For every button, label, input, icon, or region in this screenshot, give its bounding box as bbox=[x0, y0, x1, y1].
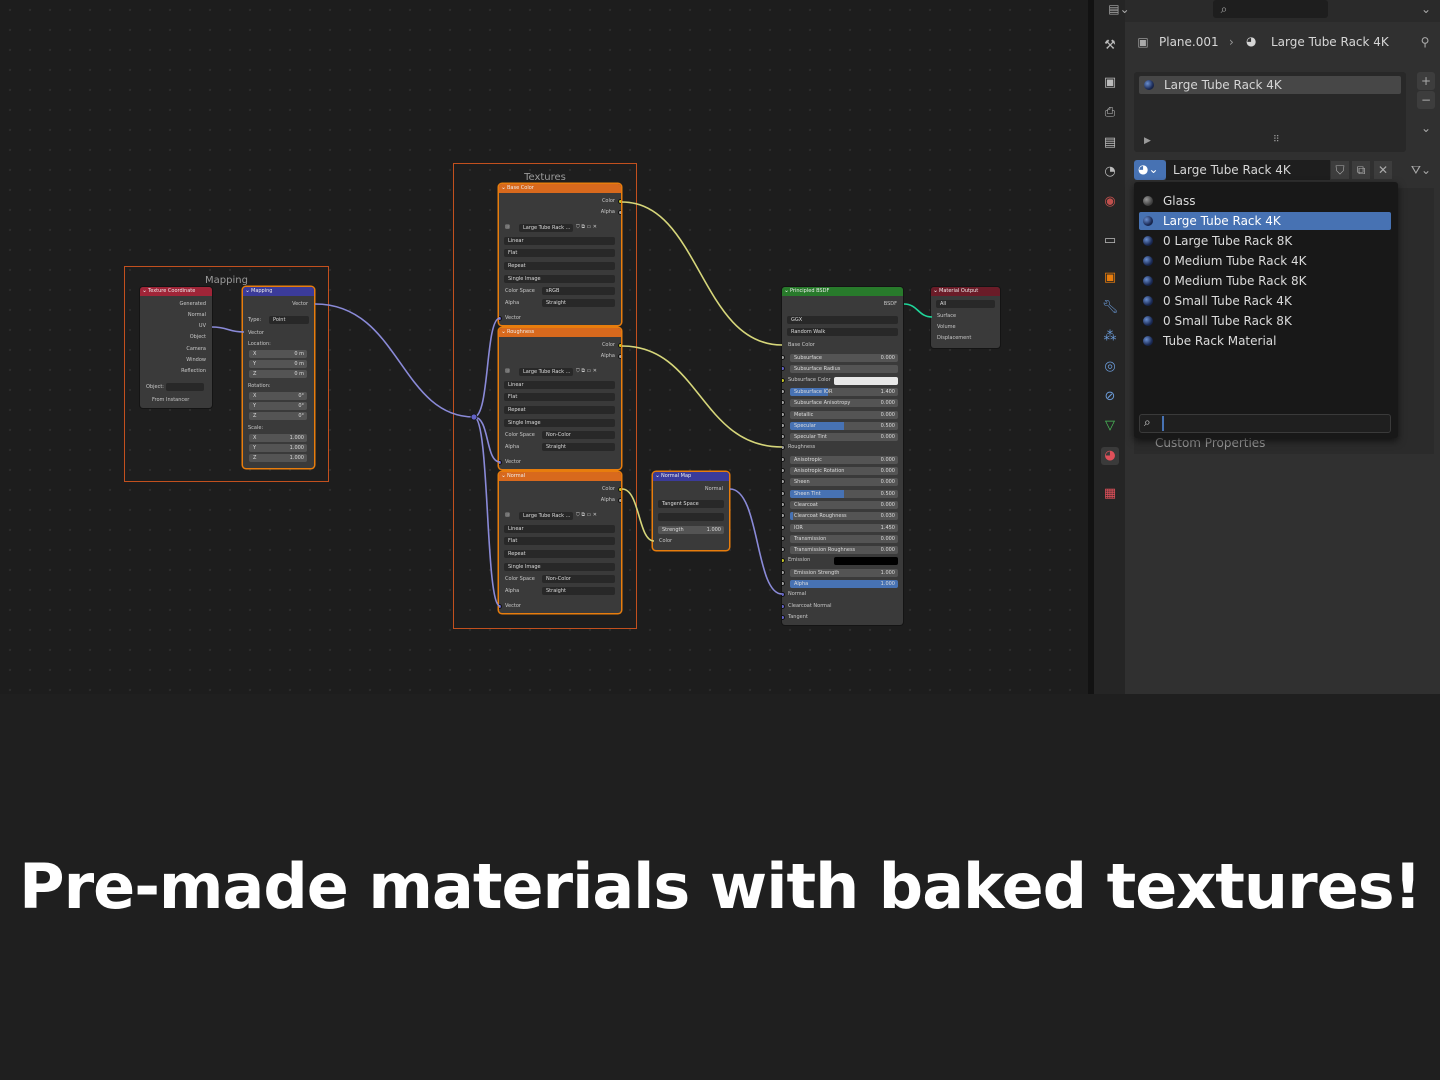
browse-material-icon: ◕⌄ bbox=[1138, 162, 1159, 176]
link-mapping-vector bbox=[314, 303, 475, 418]
material-tab-icon[interactable]: ◕ bbox=[1101, 447, 1119, 465]
material-name: 0 Medium Tube Rack 8K bbox=[1163, 274, 1307, 288]
object-icon: ▣ bbox=[1137, 35, 1149, 49]
properties-tabs: ⚒ ▣ ⎙ ▤ ◔ ◉ ▭ ▣ 🔧︎ ⁂ ◎ ⊘ ▽ ◕ ▦ bbox=[1094, 0, 1125, 694]
material-list-item[interactable]: 0 Small Tube Rack 4K bbox=[1139, 292, 1391, 310]
slot-specials-icon[interactable]: ⌄ bbox=[1417, 119, 1435, 137]
slot-name: Large Tube Rack 4K bbox=[1164, 78, 1282, 92]
search-icon: ⌕ bbox=[1220, 2, 1228, 16]
remove-slot-button[interactable]: − bbox=[1417, 91, 1435, 109]
breadcrumb-material: Large Tube Rack 4K bbox=[1271, 35, 1389, 49]
material-name: 0 Small Tube Rack 8K bbox=[1163, 314, 1292, 328]
resize-grip-icon[interactable]: ⠿ bbox=[1273, 135, 1280, 145]
link-normal-map bbox=[729, 488, 783, 595]
reroute-node bbox=[470, 413, 478, 421]
caption-band: Pre-made materials with baked textures! bbox=[0, 694, 1440, 1080]
material-list-item[interactable]: 0 Large Tube Rack 8K bbox=[1139, 232, 1391, 250]
material-ball-icon: ◕ bbox=[1246, 34, 1257, 48]
constraints-tab-icon[interactable]: ⊘ bbox=[1101, 388, 1119, 406]
expand-icon[interactable]: ▶ bbox=[1144, 136, 1151, 146]
link-base-color bbox=[621, 201, 783, 346]
pin-icon[interactable]: ⚲ bbox=[1416, 33, 1434, 51]
link-roughness bbox=[621, 345, 783, 448]
data-tab-icon[interactable]: ▽ bbox=[1101, 417, 1119, 435]
link-uv-mapping bbox=[211, 326, 245, 333]
duplicate-icon[interactable]: ⧉ bbox=[1352, 161, 1370, 179]
world-tab-icon[interactable]: ◉ bbox=[1101, 193, 1119, 211]
material-name: Glass bbox=[1163, 194, 1196, 208]
material-preview-icon bbox=[1143, 276, 1153, 286]
material-preview-icon bbox=[1143, 236, 1153, 246]
link-bsdf-surface bbox=[903, 303, 933, 318]
output-tab-icon[interactable]: ⎙ bbox=[1101, 104, 1119, 122]
node-tree-icon[interactable]: ⛛⌄ bbox=[1406, 161, 1436, 179]
material-preview-icon bbox=[1143, 296, 1153, 306]
breadcrumb-chevron-icon: › bbox=[1229, 35, 1234, 49]
material-list-item[interactable]: 0 Medium Tube Rack 4K bbox=[1139, 252, 1391, 270]
link-vector-base bbox=[473, 317, 501, 418]
fake-user-icon[interactable]: ⛉ bbox=[1331, 161, 1349, 179]
add-slot-button[interactable]: + bbox=[1417, 72, 1435, 90]
scene-tab-icon[interactable]: ◔ bbox=[1101, 163, 1119, 181]
link-normal-color bbox=[621, 488, 655, 542]
material-name: 0 Small Tube Rack 4K bbox=[1163, 294, 1292, 308]
material-preview-icon bbox=[1143, 196, 1153, 206]
texture-tab-icon[interactable]: ▦ bbox=[1101, 485, 1119, 503]
render-tab-icon[interactable]: ▣ bbox=[1101, 74, 1119, 92]
caption-text: Pre-made materials with baked textures! bbox=[19, 850, 1422, 923]
material-list-item[interactable]: 0 Small Tube Rack 8K bbox=[1139, 312, 1391, 330]
view-layer-tab-icon[interactable]: ▤ bbox=[1101, 134, 1119, 152]
editor-type-icon[interactable]: ▤⌄ bbox=[1104, 0, 1134, 18]
link-vector-rough bbox=[473, 416, 501, 463]
unlink-icon[interactable]: ✕ bbox=[1374, 161, 1392, 179]
object-tab-icon[interactable]: ▣ bbox=[1101, 269, 1119, 287]
material-preview-icon bbox=[1144, 80, 1154, 90]
tool-tab-icon[interactable]: ⚒ bbox=[1101, 37, 1119, 55]
material-name: 0 Medium Tube Rack 4K bbox=[1163, 254, 1307, 268]
link-vector-normal bbox=[473, 416, 501, 607]
material-preview-icon bbox=[1143, 336, 1153, 346]
dropdown-search-input[interactable] bbox=[1162, 416, 1387, 431]
node-links bbox=[211, 201, 933, 607]
material-list-item[interactable]: Tube Rack Material bbox=[1139, 332, 1391, 350]
material-name: Large Tube Rack 4K bbox=[1163, 214, 1281, 228]
chevron-down-icon[interactable]: ⌄ bbox=[1417, 0, 1435, 18]
modifier-tab-icon[interactable]: 🔧︎ bbox=[1101, 299, 1119, 317]
breadcrumb-object: Plane.001 bbox=[1159, 35, 1219, 49]
material-name-text: Large Tube Rack 4K bbox=[1173, 163, 1291, 177]
material-name: Tube Rack Material bbox=[1163, 334, 1277, 348]
material-slot-label: Large Tube Rack 4K bbox=[1140, 78, 1282, 92]
shader-node-editor[interactable]: Mapping Textures Texture Coordinate Gene… bbox=[0, 0, 1088, 694]
custom-properties-header[interactable]: Custom Properties bbox=[1155, 436, 1265, 450]
collection-tab-icon[interactable]: ▭ bbox=[1101, 232, 1119, 250]
search-icon: ⌕ bbox=[1144, 415, 1151, 429]
material-list-item[interactable]: 0 Medium Tube Rack 8K bbox=[1139, 272, 1391, 290]
particles-tab-icon[interactable]: ⁂ bbox=[1101, 328, 1119, 346]
material-preview-icon bbox=[1143, 216, 1153, 226]
material-list-item[interactable]: Glass bbox=[1139, 192, 1391, 210]
physics-tab-icon[interactable]: ◎ bbox=[1101, 358, 1119, 376]
material-name: 0 Large Tube Rack 8K bbox=[1163, 234, 1293, 248]
material-list-item[interactable]: Large Tube Rack 4K bbox=[1139, 212, 1391, 230]
material-preview-icon bbox=[1143, 316, 1153, 326]
material-preview-icon bbox=[1143, 256, 1153, 266]
